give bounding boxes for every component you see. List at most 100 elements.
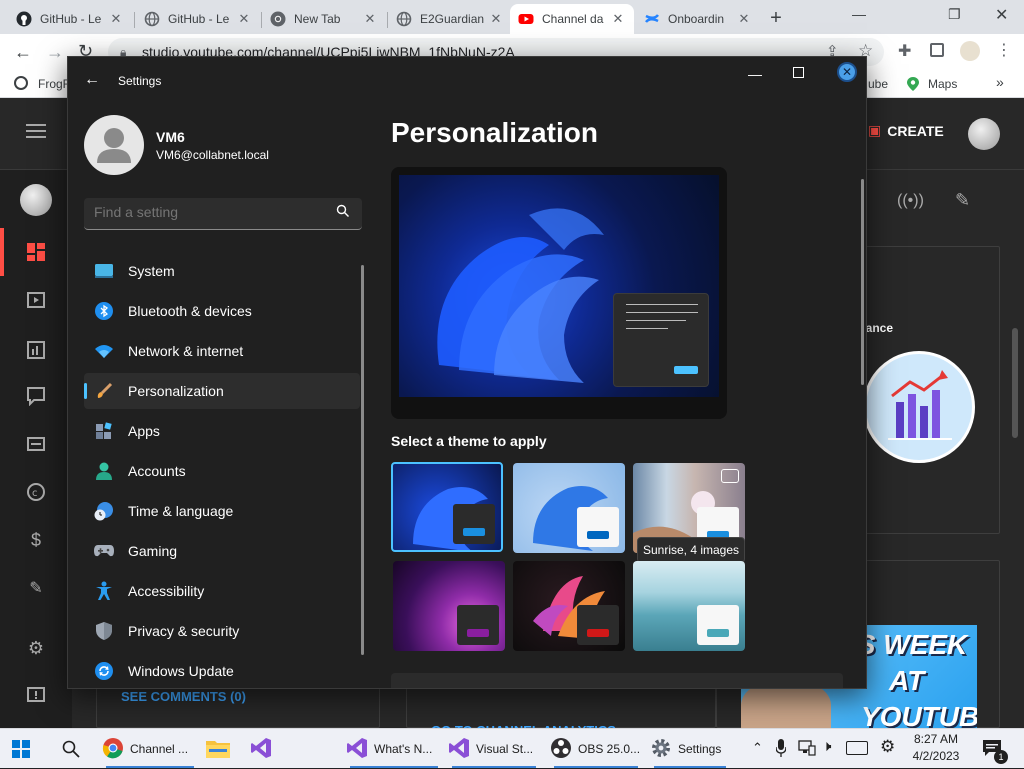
profile-avatar[interactable] <box>960 41 980 61</box>
user-name: VM6 <box>156 129 185 145</box>
nav-item-system[interactable]: System <box>84 253 360 289</box>
volume-icon[interactable]: 🕨︎ <box>822 738 831 755</box>
subtitles-icon[interactable] <box>24 432 48 456</box>
more-bookmarks-icon[interactable]: » <box>996 74 1004 90</box>
minimize-icon[interactable]: — <box>748 66 762 82</box>
browser-tab-active[interactable]: Channel da ✕ <box>510 4 634 34</box>
create-button[interactable]: ▣ CREATE <box>868 122 944 139</box>
create-video-icon: ▣ <box>868 122 882 138</box>
content-icon[interactable] <box>24 288 48 312</box>
confluence-icon <box>644 11 660 27</box>
network-icon[interactable] <box>798 740 816 759</box>
close-icon[interactable]: ✕ <box>837 62 857 82</box>
theme-flow[interactable] <box>633 561 745 651</box>
dashboard-icon[interactable] <box>24 240 48 264</box>
comments-icon[interactable] <box>24 384 48 408</box>
accessibility-icon <box>94 581 114 601</box>
theme-captured-motion[interactable] <box>513 561 625 651</box>
chrome-menu-icon[interactable]: ⋮ <box>996 40 1012 60</box>
new-tab-button[interactable]: + <box>763 5 789 31</box>
close-tab-icon[interactable]: ✕ <box>488 11 504 27</box>
browser-tab[interactable]: Onboardin ✕ <box>636 4 760 34</box>
theme-windows-light[interactable] <box>513 463 625 553</box>
browser-tab[interactable]: New Tab ✕ <box>262 4 386 34</box>
nav-item-apps[interactable]: Apps <box>84 413 360 449</box>
taskbar-visual-studio-open[interactable]: Visual St... <box>448 729 540 769</box>
clock-time[interactable]: 8:27 AM <box>906 732 966 746</box>
maps-icon <box>906 76 920 95</box>
search-box[interactable] <box>84 198 362 230</box>
search-icon[interactable] <box>336 204 350 223</box>
browser-tab[interactable]: E2Guardian ✕ <box>388 4 512 34</box>
search-input[interactable] <box>94 204 324 220</box>
close-tab-icon[interactable]: ✕ <box>736 11 752 27</box>
back-arrow-icon[interactable]: ← <box>84 71 100 89</box>
nav-item-accessibility[interactable]: Accessibility <box>84 573 360 609</box>
close-tab-icon[interactable]: ✕ <box>362 11 378 27</box>
see-comments-link[interactable]: SEE COMMENTS (0) <box>121 689 246 704</box>
search-taskbar-icon[interactable] <box>62 729 84 769</box>
earn-icon[interactable]: $ <box>24 528 48 552</box>
hamburger-menu-icon[interactable] <box>26 124 46 126</box>
close-browser-icon[interactable]: ✕ <box>995 5 1008 25</box>
nav-item-accounts[interactable]: Accounts <box>84 453 360 489</box>
nav-item-network[interactable]: Network & internet <box>84 333 360 369</box>
microphone-icon[interactable] <box>775 739 787 760</box>
analytics-icon[interactable] <box>24 338 48 362</box>
minimize-browser-icon[interactable]: — <box>852 6 866 22</box>
show-hidden-icons[interactable]: ⌃ <box>752 740 763 756</box>
clock-date[interactable]: 4/2/2023 <box>906 749 966 763</box>
maximize-icon[interactable] <box>793 67 804 78</box>
theme-windows-dark[interactable] <box>391 462 503 552</box>
extensions-icon[interactable]: ✚ <box>898 41 911 61</box>
taskbar-chrome[interactable]: Channel ... <box>102 729 198 769</box>
close-tab-icon[interactable]: ✕ <box>610 11 626 27</box>
taskbar-file-explorer[interactable] <box>206 729 236 769</box>
close-tab-icon[interactable]: ✕ <box>236 11 252 27</box>
nav-item-gaming[interactable]: Gaming <box>84 533 360 569</box>
edit-icon[interactable]: ✎ <box>955 190 970 211</box>
customization-icon[interactable]: ✎ <box>24 576 48 600</box>
theme-glow[interactable] <box>393 561 505 651</box>
taskbar-obs[interactable]: OBS 25.0... <box>550 729 642 769</box>
bookmark-frog[interactable]: FrogF <box>38 77 70 91</box>
browser-tab[interactable]: GitHub - Le ✕ <box>8 4 132 34</box>
apps-icon <box>94 421 114 441</box>
channel-avatar[interactable] <box>968 118 1000 150</box>
nav-item-time-language[interactable]: Time & language <box>84 493 360 529</box>
settings-card-next[interactable] <box>391 673 843 688</box>
channel-avatar-sidebar[interactable] <box>20 184 52 216</box>
globe-icon <box>396 11 412 27</box>
bluetooth-icon <box>94 301 114 321</box>
bookmark-maps[interactable]: Maps <box>928 77 957 91</box>
nav-item-privacy[interactable]: Privacy & security <box>84 613 360 649</box>
page-scrollbar[interactable] <box>1012 328 1018 438</box>
theme-tooltip: Sunrise, 4 images <box>637 537 745 563</box>
taskbar-settings[interactable]: Settings <box>650 729 730 769</box>
maximize-browser-icon[interactable]: ❐ <box>948 6 961 23</box>
keyboard-icon[interactable] <box>846 741 868 755</box>
gear-icon[interactable]: ⚙ <box>880 737 895 757</box>
content-scrollbar[interactable] <box>861 179 864 385</box>
nav-item-personalization[interactable]: Personalization <box>84 373 360 409</box>
back-arrow-icon[interactable]: ← <box>14 42 32 63</box>
nav-item-windows-update[interactable]: Windows Update <box>84 653 360 688</box>
copyright-icon[interactable]: c <box>24 480 48 504</box>
obs-icon <box>550 737 572 762</box>
clock-globe-icon <box>94 501 114 521</box>
side-panel-icon[interactable] <box>930 43 944 57</box>
browser-tab[interactable]: GitHub - Le ✕ <box>136 4 260 34</box>
start-button[interactable] <box>12 729 38 769</box>
nav-scrollbar[interactable] <box>361 265 364 655</box>
taskbar-visual-studio[interactable] <box>250 729 278 769</box>
taskbar-whats-new[interactable]: What's N... <box>346 729 442 769</box>
bookmark-youtube[interactable]: ube <box>868 77 888 91</box>
feedback-icon[interactable] <box>24 684 48 708</box>
forward-arrow-icon[interactable]: → <box>46 42 64 63</box>
live-icon[interactable]: ((•)) <box>897 192 924 210</box>
nav-item-bluetooth[interactable]: Bluetooth & devices <box>84 293 360 329</box>
visual-studio-icon <box>250 737 272 762</box>
gamepad-icon <box>94 541 114 561</box>
gear-icon[interactable]: ⚙ <box>24 636 48 660</box>
close-tab-icon[interactable]: ✕ <box>108 11 124 27</box>
